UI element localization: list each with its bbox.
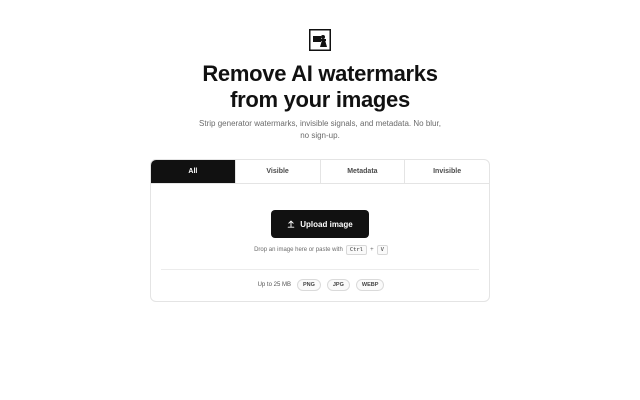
tab-invisible[interactable]: Invisible	[404, 160, 489, 183]
tab-all[interactable]: All	[151, 160, 235, 183]
subtitle-line-1: Strip generator watermarks, invisible si…	[199, 119, 441, 128]
mode-tabs: All Visible Metadata Invisible	[151, 160, 489, 184]
ctrl-key: Ctrl	[345, 245, 368, 255]
tab-visible[interactable]: Visible	[234, 160, 320, 183]
page-subtitle: Strip generator watermarks, invisible si…	[185, 118, 455, 142]
upload-icon	[287, 220, 295, 228]
format-chip-png: PNG	[296, 279, 321, 291]
page-title: Remove AI watermarks from your images	[0, 61, 640, 113]
title-line-2: from your images	[230, 87, 410, 112]
watermark-remover-logo-icon	[309, 29, 331, 51]
subtitle-line-2: no sign-up.	[300, 131, 340, 140]
upload-button-label: Upload image	[300, 219, 353, 229]
key-plus: +	[370, 247, 374, 253]
tab-metadata[interactable]: Metadata	[319, 160, 405, 183]
card-divider	[161, 269, 479, 270]
drop-hint: Drop an image here or paste with Ctrl + …	[151, 245, 489, 255]
upload-image-button[interactable]: Upload image	[271, 210, 369, 238]
page: Remove AI watermarks from your images St…	[0, 0, 640, 400]
format-chip-webp: WEBP	[355, 279, 385, 291]
drop-hint-text: Drop an image here or paste with	[254, 247, 343, 253]
v-key: V	[376, 245, 388, 255]
upload-card: All Visible Metadata Invisible Upload im…	[150, 159, 490, 302]
title-line-1: Remove AI watermarks	[202, 61, 438, 86]
size-limit-text: Up to 25 MB	[257, 282, 291, 288]
format-chip-jpg: JPG	[326, 279, 350, 291]
upload-limits: Up to 25 MB PNG JPG WEBP	[151, 279, 489, 291]
